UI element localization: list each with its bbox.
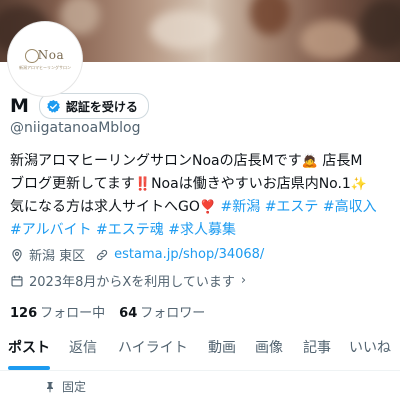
tab-videos[interactable]: 動画 <box>208 330 236 370</box>
bio-line: 気になる方は求人サイトへGO❣️ #新潟 #エステ #高収入 <box>10 196 394 219</box>
joined-date: 2023年8月からXを利用しています <box>29 275 235 290</box>
profile-meta-row: 新潟 東区 estama.jp/shop/34068/ <box>10 245 264 264</box>
bio-line: #アルバイト #エステ魂 #求人募集 <box>10 219 394 242</box>
emoji: ‼️ <box>134 177 152 192</box>
bio-text: 気になる方は求人サイトへGO <box>10 199 200 215</box>
profile-bio: 新潟アロマヒーリングサロンNoaの店長Mです🙇 店長M ブログ更新してます‼️N… <box>10 150 394 242</box>
emoji: ✨ <box>350 177 368 192</box>
calendar-icon <box>11 275 23 287</box>
bio-line: 新潟アロマヒーリングサロンNoaの店長Mです🙇 店長M <box>10 150 394 173</box>
profile-handle: @niigatanoaMblog <box>10 120 141 136</box>
tab-posts[interactable]: ポスト <box>8 330 50 370</box>
get-verified-label: 認証を受ける <box>65 99 138 114</box>
hashtag-link[interactable]: #新潟 <box>221 199 261 215</box>
emoji: ❣️ <box>199 200 217 215</box>
tab-highlights[interactable]: ハイライト <box>118 330 188 370</box>
bio-line: ブログ更新してます‼️Noaは働きやすいお店県内No.1✨ <box>10 173 394 196</box>
hashtag-link[interactable]: #求人募集 <box>168 222 236 238</box>
pinned-indicator: 固定 <box>44 378 86 395</box>
profile-name-row: M 認証を受ける <box>10 93 149 119</box>
location-pin-icon <box>12 248 22 262</box>
tab-articles[interactable]: 記事 <box>303 330 331 370</box>
tab-likes[interactable]: いいね <box>349 330 391 370</box>
following-count: 126 <box>10 306 38 321</box>
hashtag-link[interactable]: #アルバイト <box>10 222 92 238</box>
bio-text: Noaは働きやすいお店県内No.1 <box>151 176 351 192</box>
following-link[interactable]: 126 フォロー中 <box>10 302 105 321</box>
profile-name: M <box>10 95 29 117</box>
followers-label: フォロワー <box>140 306 206 321</box>
joined-row[interactable]: 2023年8月からXを利用しています › <box>10 271 246 290</box>
website-group: estama.jp/shop/34068/ <box>95 247 264 262</box>
tab-images[interactable]: 画像 <box>255 330 283 370</box>
bio-text: 新潟アロマヒーリングサロンNoaの店長Mです <box>10 153 302 169</box>
avatar-logo-text: Noa <box>37 47 65 62</box>
hashtag-link[interactable]: #高収入 <box>323 199 377 215</box>
logo-mark-icon <box>25 49 39 63</box>
hashtag-link[interactable]: #エステ魂 <box>96 222 164 238</box>
emoji: 🙇 <box>301 154 318 169</box>
follow-counts: 126 フォロー中 64 フォロワー <box>10 302 219 321</box>
followers-link[interactable]: 64 フォロワー <box>119 302 205 321</box>
link-icon <box>97 249 108 260</box>
active-tab-indicator <box>8 366 50 370</box>
pin-icon <box>47 381 53 392</box>
verified-badge-icon <box>47 99 60 113</box>
tab-replies[interactable]: 返信 <box>69 330 97 370</box>
following-label: フォロー中 <box>40 306 106 321</box>
chevron-right-icon: › <box>240 273 247 288</box>
avatar-logo-subtext: 新潟アロマヒーリングサロン <box>19 64 71 70</box>
profile-tabs: ポスト 返信 ハイライト 動画 画像 記事 いいね <box>0 330 400 371</box>
followers-count: 64 <box>119 306 138 321</box>
bio-text: ブログ更新してます <box>10 176 135 192</box>
bio-text: 店長M <box>317 153 363 169</box>
hashtag-link[interactable]: #エステ <box>265 199 319 215</box>
get-verified-button[interactable]: 認証を受ける <box>38 93 149 119</box>
pinned-label: 固定 <box>62 380 87 394</box>
profile-location: 新潟 東区 <box>29 249 86 264</box>
profile-avatar[interactable]: Noa 新潟アロマヒーリングサロン <box>8 22 82 96</box>
profile-website-link[interactable]: estama.jp/shop/34068/ <box>114 247 264 262</box>
